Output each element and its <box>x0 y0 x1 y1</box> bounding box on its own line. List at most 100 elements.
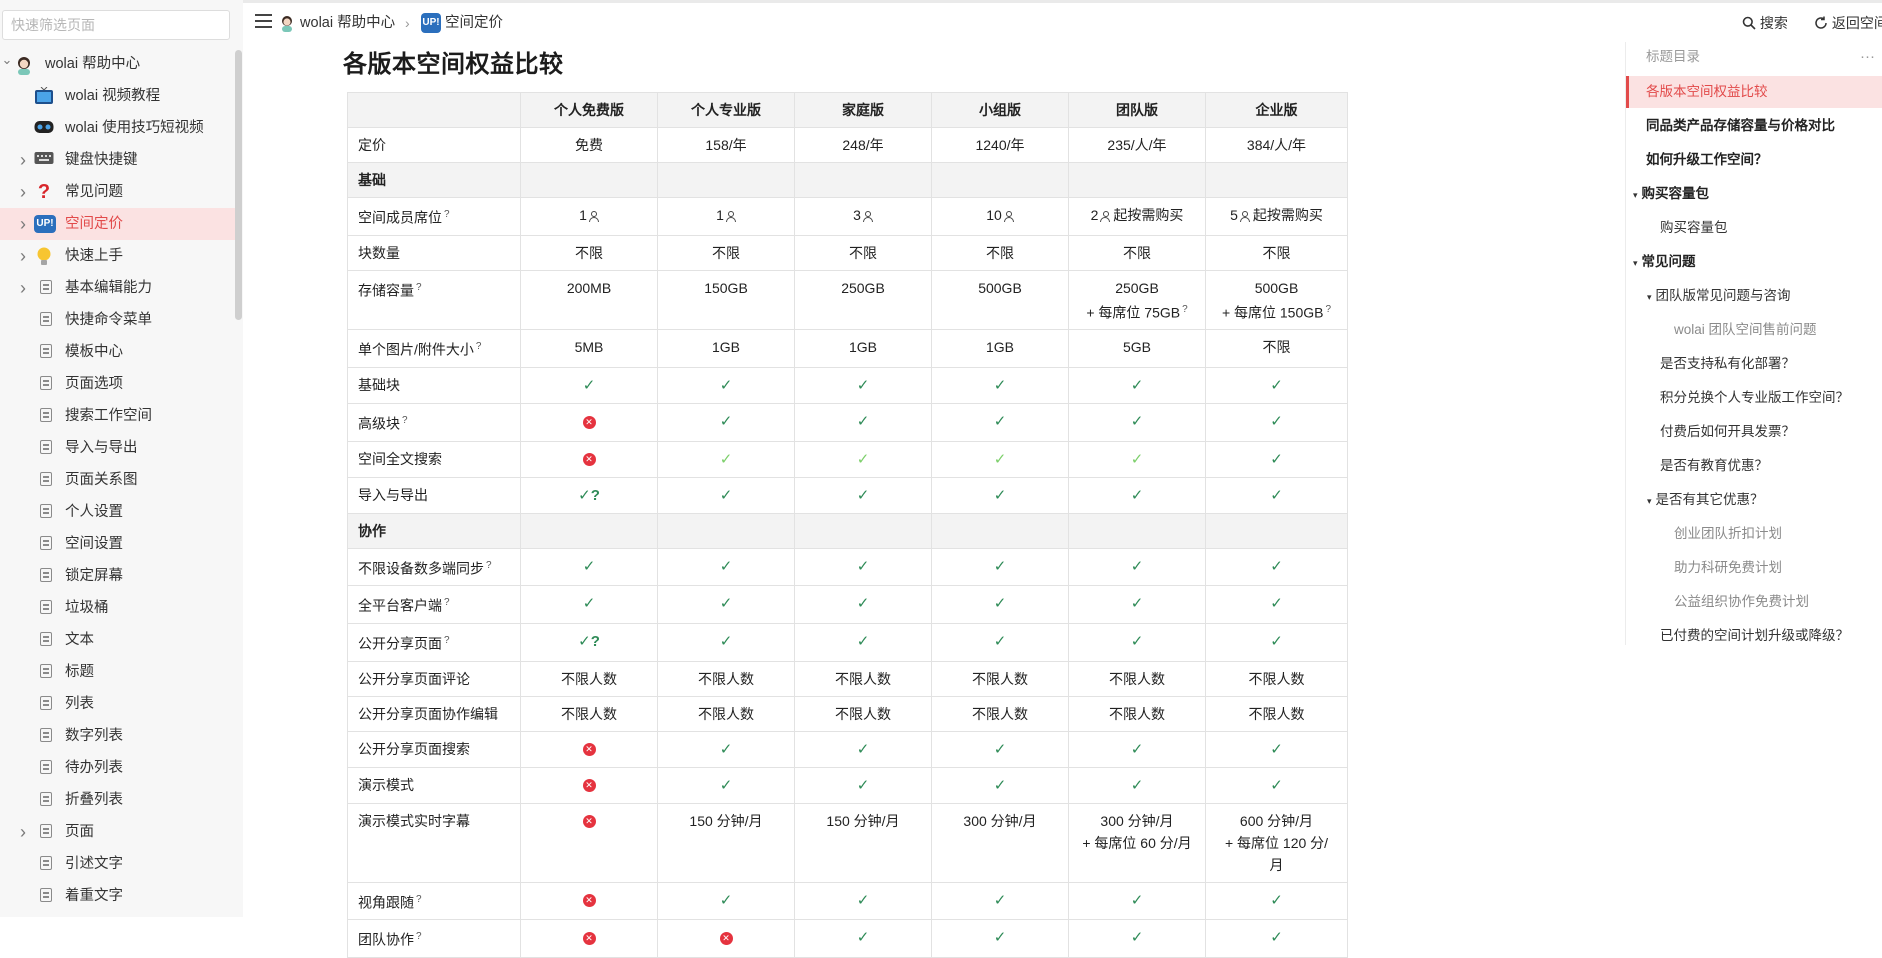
sidebar-item[interactable]: 数字列表 <box>0 720 236 752</box>
plan-cell-value: 不限 <box>986 244 1014 261</box>
sidebar-item[interactable]: 标题 <box>0 656 236 688</box>
sidebar-item[interactable]: 垃圾桶 <box>0 592 236 624</box>
help-tooltip-icon[interactable]: ? <box>444 635 450 646</box>
sidebar-item[interactable]: ⌄ wolai 帮助中心 <box>0 48 236 80</box>
sidebar-item[interactable]: 空间设置 <box>0 528 236 560</box>
sidebar-item[interactable]: 导入与导出 <box>0 432 236 464</box>
help-tooltip-icon[interactable]: ? <box>476 341 482 352</box>
toc-item[interactable]: 是否支持私有化部署？ <box>1626 348 1882 380</box>
sidebar-item[interactable]: › 基本编辑能力 <box>0 272 236 304</box>
collapse-triangle-icon[interactable]: ▾ <box>1647 281 1652 313</box>
plan-cell: 150GB <box>657 269 795 331</box>
plan-cell: 158/年 <box>657 127 795 163</box>
feature-label: 定价 <box>347 127 521 163</box>
sidebar-item[interactable]: › 快速上手 <box>0 240 236 272</box>
toc-item[interactable]: 积分兑换个人专业版工作空间？ <box>1626 382 1882 414</box>
toc-item[interactable]: 助力科研免费计划 <box>1626 552 1882 584</box>
breadcrumb-current[interactable]: UP! 空间定价 <box>421 11 503 35</box>
sidebar-item[interactable]: 模板中心 <box>0 336 236 368</box>
toc-item[interactable]: 付费后如何开具发票？ <box>1626 416 1882 448</box>
toc-item[interactable]: 已付费的空间计划升级或降级？ <box>1626 620 1882 652</box>
plan-cell: ✓ <box>1068 730 1206 768</box>
sidebar-item[interactable]: 待办列表 <box>0 752 236 784</box>
plan-cell: ✓ <box>1205 547 1348 587</box>
toc-item[interactable]: 各版本空间权益比较 <box>1626 76 1882 108</box>
toc-item[interactable]: 购买容量包 <box>1626 212 1882 244</box>
help-tooltip-icon[interactable]: ? <box>1182 304 1188 315</box>
sidebar-item[interactable]: 页面关系图 <box>0 464 236 496</box>
sidebar-item-label: 快速上手 <box>65 248 123 264</box>
checkmark-icon: ✓ <box>1270 776 1283 794</box>
chevron-right-icon[interactable]: › <box>16 176 30 208</box>
toc-item[interactable]: 如何升级工作空间？ <box>1626 144 1882 176</box>
chevron-right-icon[interactable]: › <box>16 208 30 240</box>
plan-cell: 免费 <box>520 127 658 163</box>
sidebar-item[interactable]: wolai 使用技巧短视频 <box>0 112 236 144</box>
search-button[interactable]: 搜索 <box>1742 11 1788 35</box>
help-tooltip-icon[interactable]: ? <box>444 209 450 220</box>
plan-cell: ✓ <box>657 440 795 478</box>
checkmark-icon: ✓ <box>1130 929 1144 947</box>
chevron-down-icon[interactable]: ⌄ <box>0 44 14 76</box>
sidebar-item[interactable]: 快捷命令菜单 <box>0 304 236 336</box>
sidebar-item[interactable]: 搜索工作空间 <box>0 400 236 432</box>
chevron-right-icon[interactable]: › <box>16 240 30 272</box>
sidebar-scrollbar[interactable] <box>235 50 242 320</box>
page-filter-input[interactable]: 快速筛选页面 <box>2 10 230 40</box>
sidebar-item[interactable]: 折叠列表 <box>0 784 236 816</box>
toc-item[interactable]: 是否有教育优惠？ <box>1626 450 1882 482</box>
plan-cell: ✕ <box>520 802 658 883</box>
chevron-right-icon[interactable]: › <box>16 144 30 176</box>
breadcrumb-home[interactable]: wolai 帮助中心 <box>278 11 395 35</box>
help-tooltip-icon[interactable]: ? <box>416 931 422 942</box>
help-tooltip-icon[interactable]: ? <box>416 894 422 905</box>
sidebar-item[interactable]: 引述文字 <box>0 848 236 880</box>
feature-label: 演示模式实时字幕 <box>347 802 521 883</box>
sidebar-item[interactable]: 着重文字 <box>0 880 236 912</box>
sidebar-item[interactable]: 页面选项 <box>0 368 236 400</box>
help-tooltip-icon[interactable]: ? <box>402 415 408 426</box>
toc-item[interactable]: 创业团队折扣计划 <box>1626 518 1882 550</box>
help-tooltip-icon[interactable]: ? <box>416 282 422 293</box>
sidebar-item[interactable]: wolai 视频教程 <box>0 80 236 112</box>
chevron-right-icon[interactable]: › <box>16 816 30 848</box>
sidebar-item[interactable]: ›? 常见问题 <box>0 176 236 208</box>
toc-item[interactable]: 公益组织协作免费计划 <box>1626 586 1882 618</box>
sidebar-item[interactable]: 列表 <box>0 688 236 720</box>
more-options-icon[interactable]: ··· <box>1860 42 1875 72</box>
sidebar-item[interactable]: › 页面 <box>0 816 236 848</box>
toc-item[interactable]: ▾ 团队版常见问题与咨询 <box>1626 280 1882 312</box>
collapse-triangle-icon[interactable]: ▾ <box>1647 485 1652 517</box>
feature-label: 视角跟随? <box>347 881 521 921</box>
sidebar-item[interactable]: 文本 <box>0 624 236 656</box>
toc-item[interactable]: ▾ 购买容量包 <box>1626 178 1882 210</box>
chevron-right-icon[interactable]: › <box>16 272 30 304</box>
back-to-space-button[interactable]: 返回空间 <box>1814 11 1882 35</box>
lightbulb-icon <box>34 247 54 265</box>
plan-cell: ✓ <box>657 622 795 662</box>
plan-cell-value: 不限 <box>1262 244 1291 261</box>
plan-cell: ✓ <box>794 402 932 442</box>
help-tooltip-icon[interactable]: ? <box>486 560 492 571</box>
toc-item[interactable]: 同品类产品存储容量与价格对比 <box>1626 110 1882 142</box>
plan-cell: ✓ <box>794 881 932 921</box>
sidebar-item-label: 着重文字 <box>65 888 123 904</box>
sidebar-item[interactable]: 锁定屏幕 <box>0 560 236 592</box>
plan-cell: ✓ <box>794 440 932 478</box>
collapse-triangle-icon[interactable]: ▾ <box>1633 179 1638 211</box>
feature-name: 导入与导出 <box>358 486 428 503</box>
sidebar-item[interactable]: › 键盘快捷键 <box>0 144 236 176</box>
plan-cell: ✓ <box>1205 402 1348 442</box>
toc-item[interactable]: ▾ 常见问题 <box>1626 246 1882 278</box>
toc-item[interactable]: wolai 团队空间售前问题 <box>1626 314 1882 346</box>
sidebar-item[interactable]: › UP! 空间定价 <box>0 208 236 240</box>
sidebar-item[interactable]: 个人设置 <box>0 496 236 528</box>
plan-cell-value: 免费 <box>575 137 603 153</box>
feature-name: 空间成员席位 <box>358 209 442 226</box>
collapse-triangle-icon[interactable]: ▾ <box>1633 247 1638 279</box>
toc-item[interactable]: ▾ 是否有其它优惠？ <box>1626 484 1882 516</box>
help-tooltip-icon[interactable]: ? <box>444 597 450 608</box>
section-row: 协作 <box>347 512 1348 549</box>
hamburger-menu-icon[interactable] <box>255 14 272 28</box>
help-tooltip-icon[interactable]: ? <box>1325 304 1331 315</box>
